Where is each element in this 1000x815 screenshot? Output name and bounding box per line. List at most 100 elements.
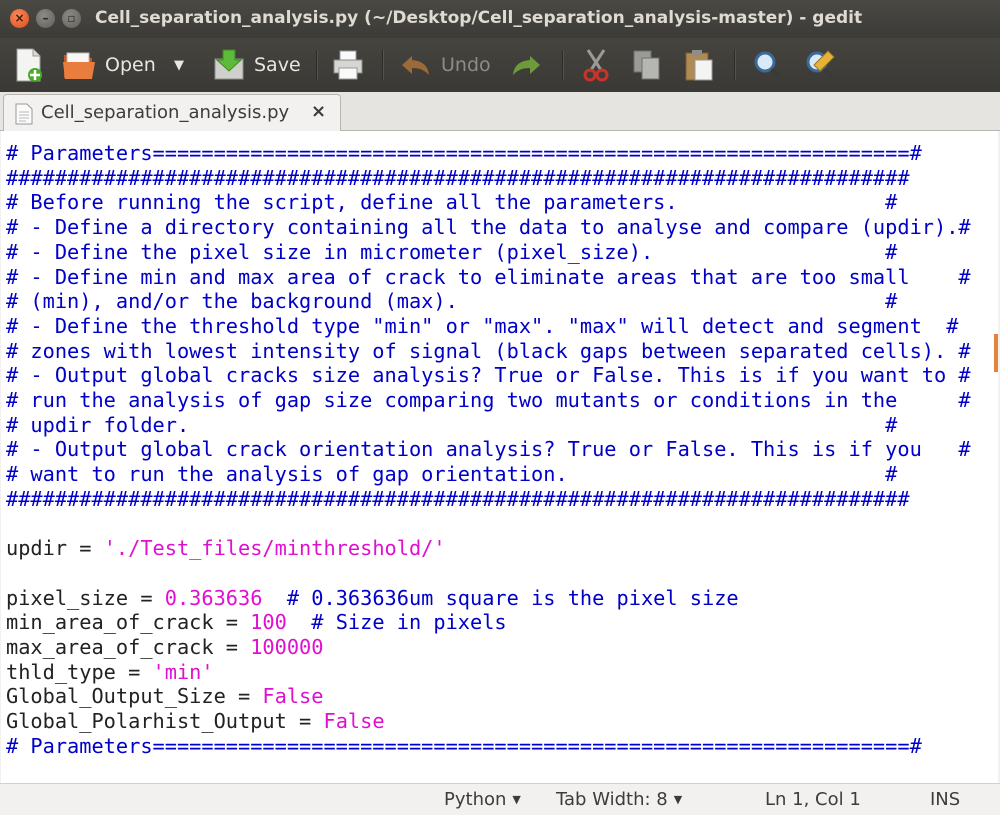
scrollbar-thumb[interactable] [994, 334, 998, 372]
code-token: # Parameters============================… [6, 733, 922, 758]
tab-title: Cell_separation_analysis.py [41, 102, 290, 123]
chevron-down-icon: ▼ [512, 793, 521, 806]
code-line[interactable]: # Parameters============================… [6, 734, 971, 759]
code-token: # want to run the analysis of gap orient… [6, 462, 898, 487]
code-token: 'min' [152, 659, 214, 684]
tab-bar: Cell_separation_analysis.py × [0, 92, 1000, 131]
window-maximize-button[interactable]: ▫ [62, 9, 81, 28]
toolbar-separator [316, 50, 318, 80]
insert-mode: INS [930, 789, 961, 810]
code-line[interactable]: # - Define min and max area of crack to … [6, 265, 971, 290]
code-token: 100 [250, 610, 287, 635]
undo-button[interactable]: Undo [400, 46, 491, 84]
search-button[interactable] [752, 46, 784, 84]
save-label: Save [254, 54, 301, 76]
code-line[interactable]: Global_Polarhist_Output = False [6, 709, 971, 734]
code-line[interactable]: ########################################… [6, 487, 971, 512]
cut-button[interactable] [582, 46, 610, 84]
code-token: # - Output global cracks size analysis? … [6, 363, 971, 388]
save-icon [214, 49, 244, 80]
copy-icon [633, 50, 660, 80]
language-label: Python [444, 789, 507, 810]
undo-icon [402, 56, 429, 75]
code-token: # updir folder. # [6, 412, 898, 437]
tab-width-selector[interactable]: Tab Width: 8 ▼ [556, 789, 682, 810]
redo-button[interactable] [510, 46, 542, 84]
code-line[interactable]: # updir folder. # [6, 413, 971, 438]
code-token: 100000 [250, 635, 324, 660]
code-line[interactable]: ​ [6, 561, 971, 586]
code-token: Global_Polarhist_Output = [6, 709, 324, 734]
code-token: # - Define the pixel size in micrometer … [6, 239, 898, 264]
window-close-button[interactable]: × [10, 9, 29, 28]
new-document-icon [16, 48, 42, 82]
code-line[interactable]: # - Output global crack orientation anal… [6, 437, 971, 462]
paste-button[interactable] [684, 46, 714, 84]
paste-icon [685, 50, 713, 81]
code-token: # - Define the threshold type "min" or "… [6, 313, 959, 338]
print-button[interactable] [332, 46, 364, 84]
code-token: # Size in pixels [311, 610, 507, 635]
toolbar-separator [734, 50, 736, 80]
code-line[interactable]: ​ [6, 512, 971, 537]
code-token: # zones with lowest intensity of signal … [6, 338, 971, 363]
open-recent-dropdown[interactable]: ▼ [174, 46, 184, 84]
code-token: # Parameters============================… [6, 141, 922, 165]
window-minimize-button[interactable]: – [36, 9, 55, 28]
code-line[interactable]: min_area_of_crack = 100 # Size in pixels [6, 610, 971, 635]
tab-document[interactable]: Cell_separation_analysis.py × [3, 94, 341, 131]
code-line[interactable]: # Before running the script, define all … [6, 190, 971, 215]
code-line[interactable]: # - Define the pixel size in micrometer … [6, 240, 971, 265]
code-token: False [262, 684, 324, 709]
code-token: './Test_files/minthreshold/' [103, 536, 446, 561]
code-line[interactable]: max_area_of_crack = 100000 [6, 635, 971, 660]
save-button[interactable]: Save [212, 46, 301, 84]
replace-button[interactable] [804, 46, 836, 84]
code-line[interactable]: ########################################… [6, 166, 971, 191]
cursor-position: Ln 1, Col 1 [765, 789, 861, 810]
code-line[interactable]: # Parameters============================… [6, 141, 971, 166]
code-token: # - Define a directory containing all th… [6, 215, 971, 240]
chevron-down-icon: ▼ [673, 793, 683, 806]
code-token: # (min), and/or the background (max). # [6, 289, 898, 314]
code-token: False [323, 709, 385, 734]
toolbar: Open ▼ Save Undo [0, 38, 1000, 92]
code-line[interactable]: # want to run the analysis of gap orient… [6, 462, 971, 487]
code-line[interactable]: # - Output global cracks size analysis? … [6, 363, 971, 388]
code-line[interactable]: Global_Output_Size = False [6, 684, 971, 709]
code-token: # 0.363636um square is the pixel size [286, 585, 739, 610]
cut-icon [583, 49, 609, 82]
code-line[interactable]: # - Define a directory containing all th… [6, 215, 971, 240]
new-document-button[interactable] [14, 46, 44, 84]
text-editor[interactable]: # Parameters============================… [1, 131, 998, 783]
text-file-icon [15, 103, 33, 125]
code-token: pixel_size = [6, 585, 165, 610]
code-line[interactable]: # - Define the threshold type "min" or "… [6, 314, 971, 339]
language-selector[interactable]: Python ▼ [444, 789, 521, 810]
code-token: ########################################… [6, 486, 910, 511]
copy-button[interactable] [632, 46, 662, 84]
tab-close-icon[interactable]: × [311, 101, 326, 122]
code-view[interactable]: # Parameters============================… [6, 141, 971, 759]
search-icon [754, 51, 783, 80]
tab-width-label: Tab Width: 8 [556, 789, 668, 810]
code-token: min_area_of_crack = [6, 610, 251, 635]
code-line[interactable]: # (min), and/or the background (max). # [6, 289, 971, 314]
print-icon [333, 50, 363, 80]
toolbar-separator [382, 50, 384, 80]
undo-label: Undo [441, 54, 491, 76]
code-token: max_area_of_crack = [6, 635, 251, 660]
open-button[interactable]: Open [62, 46, 156, 84]
code-line[interactable]: updir = './Test_files/minthreshold/' [6, 536, 971, 561]
code-line[interactable]: # zones with lowest intensity of signal … [6, 339, 971, 364]
code-line[interactable]: # run the analysis of gap size comparing… [6, 388, 971, 413]
status-bar: Python ▼ Tab Width: 8 ▼ Ln 1, Col 1 INS [0, 783, 1000, 815]
title-bar: × – ▫ Cell_separation_analysis.py (~/Des… [0, 0, 1000, 38]
code-token: Global_Output_Size = [6, 684, 263, 709]
code-line[interactable]: pixel_size = 0.363636 # 0.363636um squar… [6, 586, 971, 611]
redo-icon [513, 56, 540, 75]
code-line[interactable]: thld_type = 'min' [6, 660, 971, 685]
chevron-down-icon: ▼ [174, 57, 184, 73]
